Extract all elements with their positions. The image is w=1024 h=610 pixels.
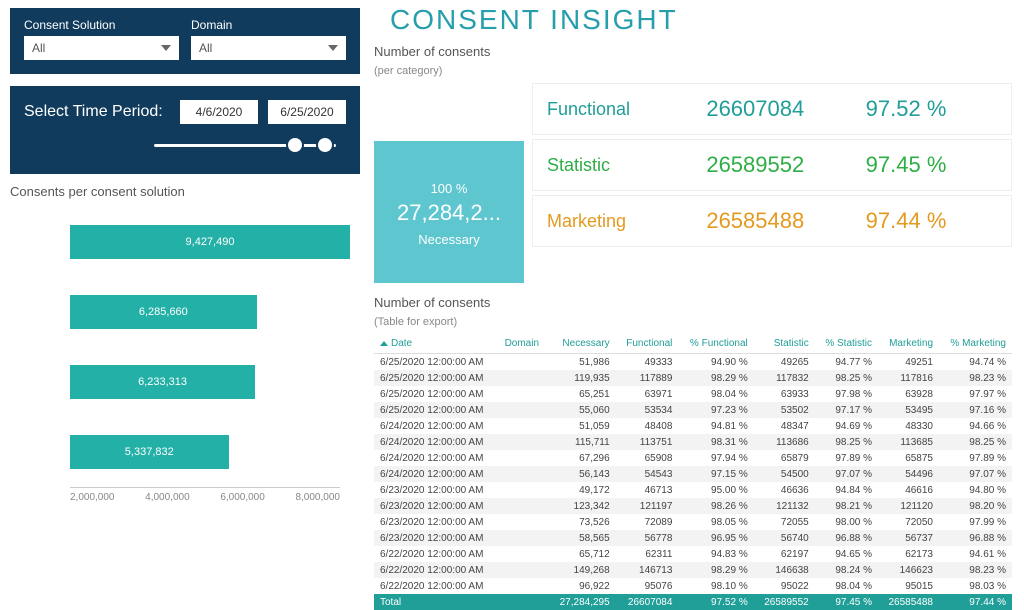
column-header[interactable]: % Functional — [678, 334, 753, 354]
table-row[interactable]: 6/23/2020 12:00:00 AM73,5267208998.05 %7… — [374, 514, 1012, 530]
bar-chart: 9,427,490 6,285,660 6,233,313 5,337,832 2,00… — [10, 205, 360, 515]
kpi-value: 26607084 — [692, 84, 851, 134]
domain-value: All — [199, 41, 212, 55]
table-row[interactable]: 6/24/2020 12:00:00 AM67,2966590897.94 %6… — [374, 450, 1012, 466]
table-header-row: DateDomainNecessaryFunctional% Functiona… — [374, 334, 1012, 354]
bar-chart-title: Consents per consent solution — [10, 184, 360, 199]
table-total-row: Total27,284,2952660708497.52 %2658955297… — [374, 594, 1012, 610]
table-row[interactable]: 6/23/2020 12:00:00 AM49,1724671395.00 %4… — [374, 482, 1012, 498]
consent-solution-dropdown[interactable]: All — [24, 36, 179, 60]
table-row[interactable]: 6/24/2020 12:00:00 AM51,0594840894.81 %4… — [374, 418, 1012, 434]
kpi-value: 26589552 — [692, 140, 851, 190]
kpi-grid: Functional2660708497.52 %Statistic265895… — [532, 83, 1012, 283]
column-header[interactable]: Statistic — [754, 334, 815, 354]
slider-handle-start[interactable] — [286, 136, 304, 154]
kpi-pct: 97.45 % — [852, 140, 1011, 190]
bar[interactable]: 6,285,660 — [70, 295, 257, 329]
domain-dropdown[interactable]: All — [191, 36, 346, 60]
x-tick: 8,000,000 — [295, 492, 340, 503]
kpi-subtitle: (per category) — [374, 65, 1012, 77]
page-title: CONSENT INSIGHT — [390, 4, 1012, 36]
column-header[interactable]: % Marketing — [939, 334, 1012, 354]
column-header[interactable]: Marketing — [878, 334, 939, 354]
kpi-pct: 97.44 % — [852, 196, 1011, 246]
time-title: Select Time Period: — [24, 103, 170, 121]
column-header[interactable]: Date — [374, 334, 499, 354]
table-row[interactable]: 6/24/2020 12:00:00 AM56,1435454397.15 %5… — [374, 466, 1012, 482]
column-header[interactable]: Functional — [616, 334, 679, 354]
sort-icon — [380, 341, 388, 346]
table-row[interactable]: 6/22/2020 12:00:00 AM65,7126231194.83 %6… — [374, 546, 1012, 562]
kpi-name: Statistic — [533, 140, 692, 190]
chevron-down-icon — [161, 45, 171, 51]
table-row[interactable]: 6/24/2020 12:00:00 AM115,71111375198.31 … — [374, 434, 1012, 450]
bar[interactable]: 6,233,313 — [70, 365, 255, 399]
start-date-input[interactable]: 4/6/2020 — [180, 100, 258, 124]
kpi-row: Statistic2658955297.45 % — [532, 139, 1012, 191]
filter-card: Consent Solution All Domain All — [10, 8, 360, 74]
column-header[interactable]: Necessary — [549, 334, 616, 354]
end-date-input[interactable]: 6/25/2020 — [268, 100, 346, 124]
column-header[interactable]: Domain — [499, 334, 549, 354]
table-subtitle: (Table for export) — [374, 316, 1012, 328]
table-body: 6/25/2020 12:00:00 AM51,9864933394.90 %4… — [374, 354, 1012, 595]
kpi-pct: 97.52 % — [852, 84, 1011, 134]
kpi-name: Functional — [533, 84, 692, 134]
kpi-row: Functional2660708497.52 % — [532, 83, 1012, 135]
table-row[interactable]: 6/25/2020 12:00:00 AM65,2516397198.04 %6… — [374, 386, 1012, 402]
kpi-value: 26585488 — [692, 196, 851, 246]
slider-handle-end[interactable] — [316, 136, 334, 154]
consent-solution-label: Consent Solution — [24, 18, 179, 32]
bar-chart-x-axis: 2,000,000 4,000,000 6,000,000 8,000,000 — [70, 487, 340, 503]
consent-solution-value: All — [32, 41, 45, 55]
table-row[interactable]: 6/25/2020 12:00:00 AM55,0605353497.23 %5… — [374, 402, 1012, 418]
column-header[interactable]: % Statistic — [815, 334, 878, 354]
chevron-down-icon — [328, 45, 338, 51]
necessary-label: Necessary — [418, 232, 479, 247]
kpi-row: Marketing2658548897.44 % — [532, 195, 1012, 247]
bar[interactable]: 9,427,490 — [70, 225, 350, 259]
table-title: Number of consents — [374, 295, 1012, 310]
kpi-name: Marketing — [533, 196, 692, 246]
x-tick: 2,000,000 — [70, 492, 115, 503]
time-slider[interactable] — [24, 134, 346, 156]
time-card: Select Time Period: 4/6/2020 6/25/2020 — [10, 86, 360, 174]
kpi-necessary-card: 100 % 27,284,2... Necessary — [374, 141, 524, 283]
table-row[interactable]: 6/23/2020 12:00:00 AM58,5655677896.95 %5… — [374, 530, 1012, 546]
table-row[interactable]: 6/22/2020 12:00:00 AM96,9229507698.10 %9… — [374, 578, 1012, 594]
bar[interactable]: 5,337,832 — [70, 435, 229, 469]
domain-label: Domain — [191, 18, 346, 32]
table-row[interactable]: 6/22/2020 12:00:00 AM149,26814671398.29 … — [374, 562, 1012, 578]
kpi-title: Number of consents — [374, 44, 1012, 59]
table-row[interactable]: 6/25/2020 12:00:00 AM119,93511788998.29 … — [374, 370, 1012, 386]
necessary-value: 27,284,2... — [380, 200, 518, 226]
table-row[interactable]: 6/23/2020 12:00:00 AM123,34212119798.26 … — [374, 498, 1012, 514]
x-tick: 4,000,000 — [145, 492, 190, 503]
necessary-pct: 100 % — [431, 181, 468, 196]
table-row[interactable]: 6/25/2020 12:00:00 AM51,9864933394.90 %4… — [374, 354, 1012, 371]
x-tick: 6,000,000 — [220, 492, 265, 503]
